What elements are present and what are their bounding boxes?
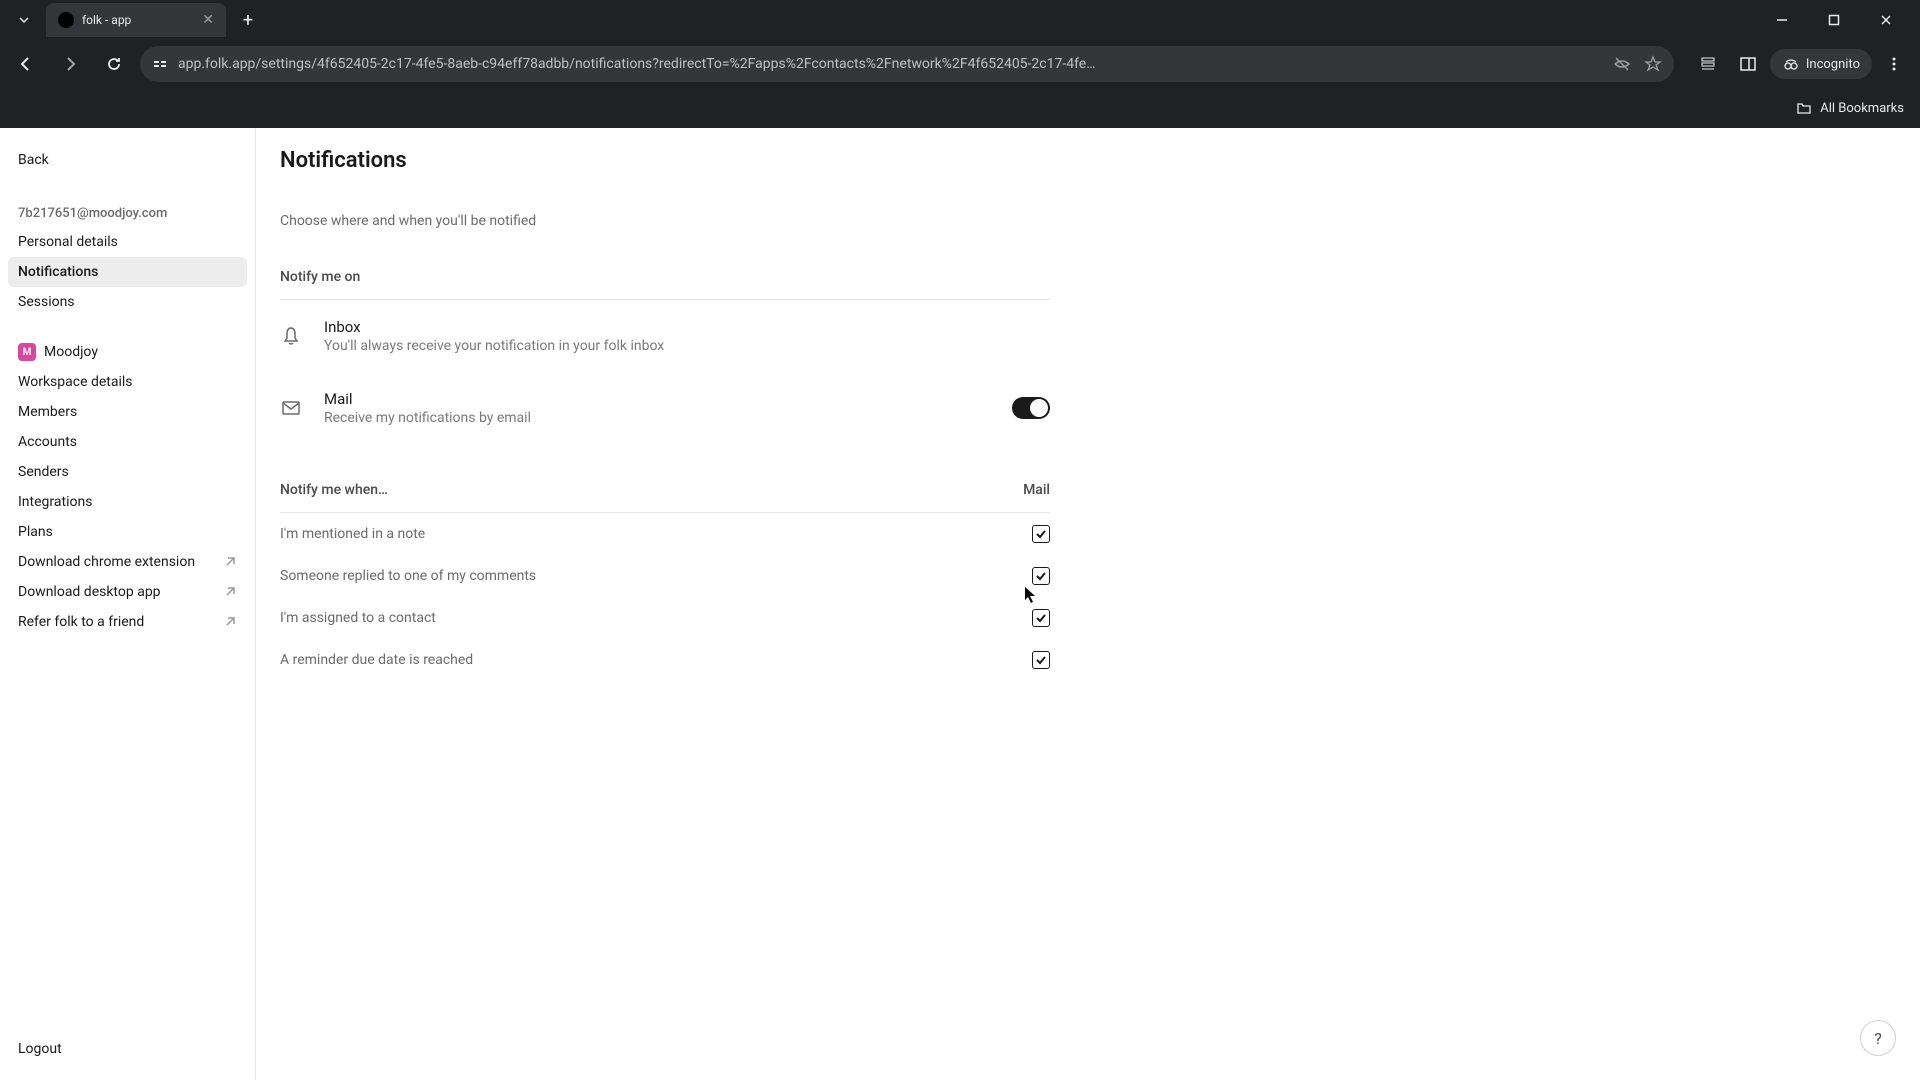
minimize-button[interactable] [1760, 4, 1804, 36]
close-window-button[interactable] [1864, 4, 1908, 36]
workspace-icon: M [18, 343, 36, 361]
channel-mail: Mail Receive my notifications by email [280, 372, 1050, 444]
checkbox-reminder[interactable] [1032, 651, 1050, 669]
sidebar-item-label: Download desktop app [18, 584, 161, 600]
sidebar-item-personal-details[interactable]: Personal details [8, 227, 247, 257]
notify-on-section: Notify me on Inbox You'll always receive… [280, 269, 1050, 444]
checkbox-mentioned[interactable] [1032, 525, 1050, 543]
sidebar-item-workspace-details[interactable]: Workspace details [8, 367, 247, 397]
sidebar-item-senders[interactable]: Senders [8, 457, 247, 487]
side-panel-icon[interactable] [1730, 46, 1766, 82]
notify-on-heading: Notify me on [280, 269, 1050, 300]
workspace-name: Moodjoy [44, 344, 98, 360]
when-row-assigned: I'm assigned to a contact [280, 597, 1050, 639]
browser-chrome: folk - app ✕ + app.folk.app/settings/4f6… [0, 0, 1920, 128]
sidebar-item-refer[interactable]: Refer folk to a friend [8, 607, 247, 637]
sidebar-item-download-extension[interactable]: Download chrome extension [8, 547, 247, 577]
checkbox-replied[interactable] [1032, 567, 1050, 585]
mail-column-header: Mail [1023, 482, 1050, 498]
url-text: app.folk.app/settings/4f652405-2c17-4fe5… [178, 56, 1602, 72]
app-root: Back 7b217651@moodjoy.com Personal detai… [0, 128, 1920, 1080]
sidebar-item-sessions[interactable]: Sessions [8, 287, 247, 317]
all-bookmarks-button[interactable]: All Bookmarks [1796, 100, 1904, 116]
toggle-knob [1030, 399, 1048, 417]
page-subtitle: Choose where and when you'll be notified [280, 213, 1920, 229]
main-content: Notifications Choose where and when you'… [256, 128, 1920, 1080]
tab-close-button[interactable]: ✕ [202, 12, 214, 28]
bell-icon [280, 325, 302, 347]
url-bar[interactable]: app.folk.app/settings/4f652405-2c17-4fe5… [140, 46, 1674, 82]
tab-bar: folk - app ✕ + [0, 0, 1920, 40]
star-icon[interactable] [1644, 55, 1662, 73]
sidebar: Back 7b217651@moodjoy.com Personal detai… [0, 128, 256, 1080]
notify-when-section: Notify me when… Mail I'm mentioned in a … [280, 482, 1050, 681]
back-button[interactable] [8, 46, 44, 82]
maximize-button[interactable] [1812, 4, 1856, 36]
when-row-reminder: A reminder due date is reached [280, 639, 1050, 681]
site-info-icon[interactable] [152, 56, 168, 72]
checkbox-assigned[interactable] [1032, 609, 1050, 627]
window-controls [1760, 4, 1920, 36]
sidebar-item-label: Refer folk to a friend [18, 614, 144, 630]
new-tab-button[interactable]: + [234, 6, 262, 34]
when-label: I'm assigned to a contact [280, 610, 436, 626]
when-row-replied: Someone replied to one of my comments [280, 555, 1050, 597]
sidebar-item-accounts[interactable]: Accounts [8, 427, 247, 457]
external-link-icon [223, 555, 237, 569]
when-label: I'm mentioned in a note [280, 526, 425, 542]
channel-inbox: Inbox You'll always receive your notific… [280, 300, 1050, 372]
tab-title: folk - app [82, 13, 131, 27]
notify-when-heading: Notify me when… [280, 482, 388, 498]
sidebar-item-label: Download chrome extension [18, 554, 195, 570]
channel-title: Mail [324, 390, 990, 408]
sidebar-item-integrations[interactable]: Integrations [8, 487, 247, 517]
all-bookmarks-label: All Bookmarks [1820, 101, 1904, 116]
mail-toggle[interactable] [1012, 397, 1050, 419]
eye-off-icon[interactable] [1612, 54, 1632, 74]
tab-favicon-icon [58, 12, 74, 28]
channel-title: Inbox [324, 318, 1050, 336]
when-label: A reminder due date is reached [280, 652, 473, 668]
incognito-badge[interactable]: Incognito [1770, 49, 1872, 79]
forward-button[interactable] [52, 46, 88, 82]
page-title: Notifications [280, 148, 1920, 173]
channel-desc: Receive my notifications by email [324, 410, 990, 426]
incognito-icon [1782, 55, 1800, 73]
browser-tab[interactable]: folk - app ✕ [46, 3, 226, 37]
mail-icon [280, 397, 302, 419]
sidebar-email: 7b217651@moodjoy.com [8, 200, 247, 227]
help-button[interactable]: ? [1860, 1020, 1896, 1056]
menu-button[interactable] [1876, 46, 1912, 82]
external-link-icon [223, 585, 237, 599]
sidebar-item-plans[interactable]: Plans [8, 517, 247, 547]
sidebar-item-members[interactable]: Members [8, 397, 247, 427]
when-row-mentioned: I'm mentioned in a note [280, 513, 1050, 555]
reload-button[interactable] [96, 46, 132, 82]
sidebar-item-download-desktop[interactable]: Download desktop app [8, 577, 247, 607]
tab-search-button[interactable] [8, 4, 40, 36]
back-link[interactable]: Back [8, 144, 247, 176]
reading-list-icon[interactable] [1690, 46, 1726, 82]
bookmarks-bar: All Bookmarks [0, 88, 1920, 128]
when-label: Someone replied to one of my comments [280, 568, 536, 584]
logout-button[interactable]: Logout [8, 1034, 247, 1064]
channel-desc: You'll always receive your notification … [324, 338, 1050, 354]
external-link-icon [223, 615, 237, 629]
workspace-heading: M Moodjoy [8, 337, 247, 367]
folder-icon [1796, 100, 1812, 116]
nav-bar: app.folk.app/settings/4f652405-2c17-4fe5… [0, 40, 1920, 88]
sidebar-item-notifications[interactable]: Notifications [8, 257, 247, 287]
incognito-label: Incognito [1806, 57, 1860, 72]
